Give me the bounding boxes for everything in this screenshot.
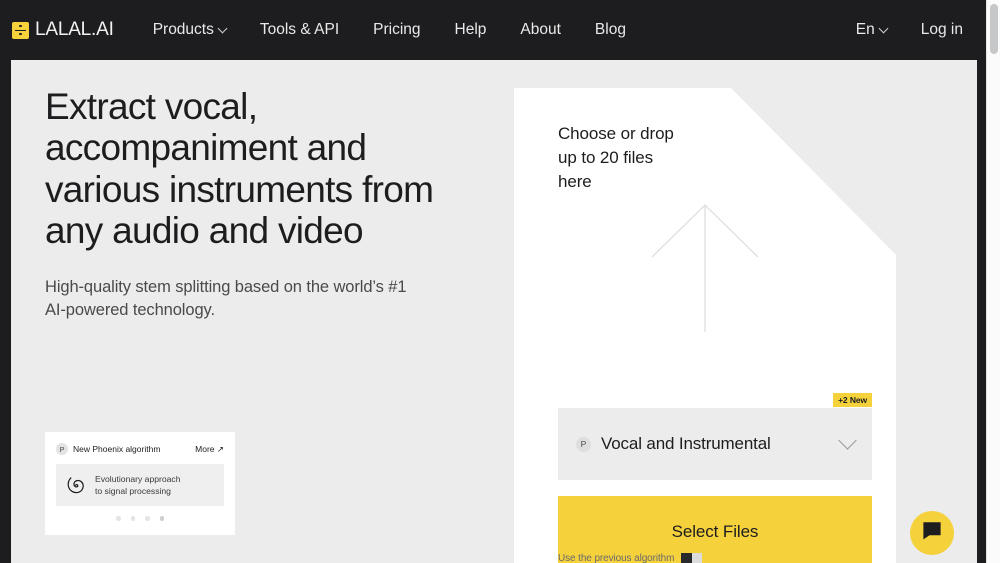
carousel-dots[interactable] <box>56 516 224 521</box>
nav-left-group: LALAL.AI Products Tools & API Pricing He… <box>12 19 643 41</box>
promo-text-line2: to signal processing <box>95 485 181 497</box>
login-button[interactable]: Log in <box>904 21 980 39</box>
language-selector[interactable]: En <box>839 21 904 39</box>
nav-item-products-label: Products <box>153 21 214 39</box>
dropzone-instructions: Choose or drop up to 20 files here <box>558 122 674 194</box>
carousel-dot[interactable] <box>131 516 136 521</box>
phoenix-promo-card[interactable]: P New Phoenix algorithm More ↗ Evolution… <box>45 432 235 535</box>
nav-item-help[interactable]: Help <box>438 21 504 39</box>
browser-viewport: LALAL.AI Products Tools & API Pricing He… <box>0 0 1000 563</box>
chevron-down-icon <box>878 23 888 33</box>
top-navigation-bar: LALAL.AI Products Tools & API Pricing He… <box>0 0 986 60</box>
promo-card-text: Evolutionary approach to signal processi… <box>95 473 181 497</box>
nav-item-tools-api[interactable]: Tools & API <box>243 21 356 39</box>
scrollbar-thumb[interactable] <box>990 4 998 54</box>
hero-subtitle: High-quality stem splitting based on the… <box>45 276 415 323</box>
upload-arrow-icon <box>650 204 760 332</box>
carousel-dot-active[interactable] <box>160 516 165 521</box>
brand-name: LALAL.AI <box>35 19 114 41</box>
brand-logo-link[interactable]: LALAL.AI <box>12 19 114 41</box>
toggle-knob <box>681 553 692 563</box>
chat-launcher-button[interactable] <box>910 511 954 555</box>
previous-algorithm-label: Use the previous algorithm <box>558 553 674 563</box>
new-stems-badge: +2 New <box>833 393 872 407</box>
nav-right-group: En Log in <box>839 21 986 39</box>
dropzone-line3: here <box>558 170 674 194</box>
page-content: Extract vocal, accompaniment and various… <box>11 60 977 563</box>
nav-item-products[interactable]: Products <box>136 21 243 39</box>
upload-dropzone-panel[interactable]: Choose or drop up to 20 files here P Voc… <box>514 88 896 563</box>
nav-item-about[interactable]: About <box>503 21 578 39</box>
chevron-down-icon[interactable] <box>838 431 856 449</box>
promo-more-link[interactable]: More ↗ <box>195 444 224 455</box>
stem-selector-dropdown[interactable]: P Vocal and Instrumental +2 New <box>558 408 872 480</box>
carousel-dot[interactable] <box>116 516 121 521</box>
upload-options: Use the previous algorithm Processing le… <box>514 553 896 563</box>
promo-card-title: New Phoenix algorithm <box>73 444 160 454</box>
nav-item-pricing[interactable]: Pricing <box>356 21 437 39</box>
promo-card-body: Evolutionary approach to signal processi… <box>56 464 224 506</box>
phoenix-badge-icon: P <box>576 437 591 452</box>
promo-card-header: P New Phoenix algorithm More ↗ <box>56 443 224 455</box>
previous-algorithm-row: Use the previous algorithm <box>558 553 896 563</box>
language-selector-label: En <box>856 21 875 39</box>
previous-algorithm-toggle[interactable] <box>681 553 702 563</box>
hero-section: Extract vocal, accompaniment and various… <box>45 86 475 323</box>
phoenix-badge-icon: P <box>56 443 68 455</box>
stem-selector-value: Vocal and Instrumental <box>601 434 771 454</box>
dropzone-line1: Choose or drop <box>558 122 674 146</box>
promo-text-line1: Evolutionary approach <box>95 473 181 485</box>
nav-item-blog[interactable]: Blog <box>578 21 643 39</box>
carousel-dot[interactable] <box>145 516 150 521</box>
chevron-down-icon <box>217 23 227 33</box>
vertical-scrollbar[interactable] <box>986 0 1000 563</box>
chat-bubble-icon <box>921 520 943 547</box>
page-title: Extract vocal, accompaniment and various… <box>45 86 475 252</box>
lalal-logo-icon <box>12 22 29 39</box>
dropzone-line2: up to 20 files <box>558 146 674 170</box>
spiral-icon <box>65 475 86 496</box>
